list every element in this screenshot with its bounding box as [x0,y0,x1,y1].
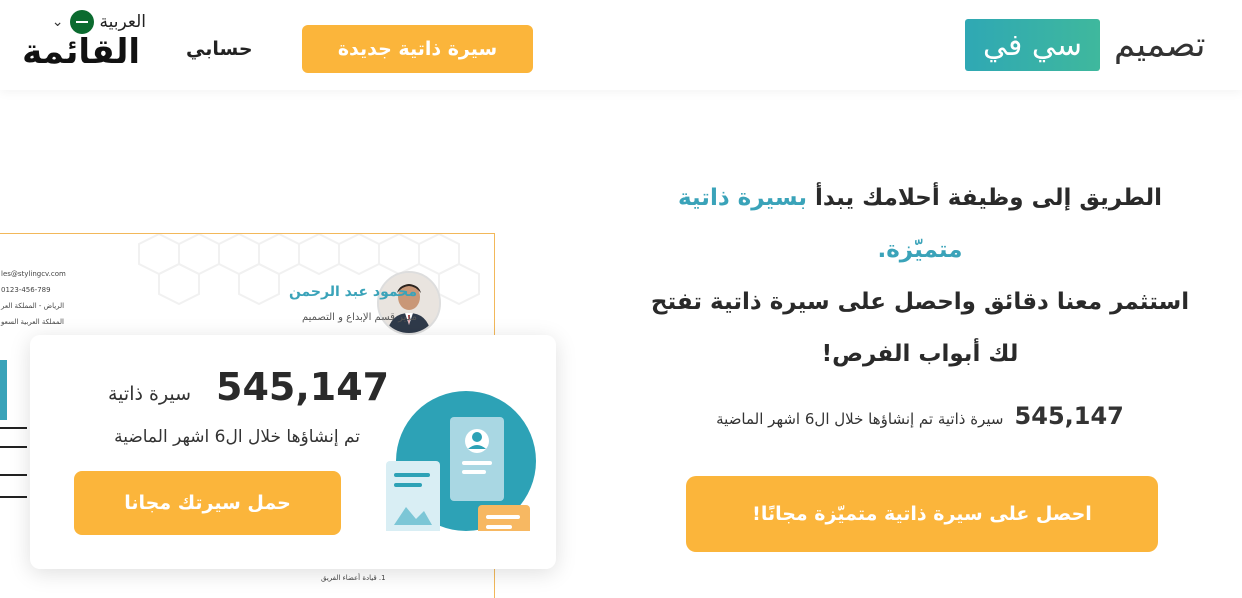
hero-title-part1: الطريق إلى وظيفة أحلامك يبدأ [806,185,1163,211]
account-link[interactable]: حسابي [186,38,253,60]
hero-count-text: سيرة ذاتية تم إنشاؤها خلال ال6 اشهر الما… [716,410,1004,428]
card-count: 545,147 [216,365,390,409]
language-selector[interactable]: ⌄ العربية [52,10,146,34]
menu-title: القائمة [22,32,140,72]
avatar [377,271,441,335]
resume-role: مدير قسم الإبداع و التصميم [301,312,417,323]
get-cv-free-button[interactable]: احصل على سيرة ذاتية متميّزة مجانًا! [686,476,1158,552]
card-subtitle: تم إنشاؤها خلال ال6 اشهر الماضية [114,427,360,447]
hero-title-part2: استثمر معنا دقائق واحصل على سيرة ذاتية ت… [650,289,1190,367]
language-label: العربية [99,12,146,32]
download-cv-free-button[interactable]: حمل سيرتك مجانا [74,471,341,535]
resume-contact: les@stylingcv.com 0123-456-789 الرياض - … [1,266,66,330]
hero-count: 545,147 [1014,402,1124,430]
new-cv-button[interactable]: سيرة ذاتية جديدة [302,25,533,73]
resume-bottom-item: 1. قيادة أعضاء الفريق [321,574,386,582]
site-logo[interactable]: تصميم سي في [965,19,1206,71]
cv-documents-illustration [386,391,536,531]
resume-address-line2: المملكة العربية السعو [1,318,65,326]
resume-email: les@stylingcv.com [1,270,66,278]
hero-stats: 545,147 سيرة ذاتية تم إنشاؤها خلال ال6 ا… [690,402,1150,430]
chevron-down-icon: ⌄ [51,14,64,30]
resume-address-line1: الرياض - المملكة العر [1,302,65,310]
logo-mark: سي في [965,19,1100,71]
logo-word: تصميم [1114,25,1206,65]
saudi-flag-icon [69,10,94,34]
card-count-label: سيرة ذاتية [108,383,192,405]
site-header: تصميم سي في سيرة ذاتية جديدة حسابي ⌄ الع… [0,0,1242,90]
stats-card: 545,147 سيرة ذاتية تم إنشاؤها خلال ال6 ا… [30,335,556,569]
hero-heading: الطريق إلى وظيفة أحلامك يبدأ بسيرة ذاتية… [640,172,1200,380]
resume-phone: 0123-456-789 [1,286,51,294]
menu-toggle[interactable]: ⌄ العربية القائمة [22,8,146,74]
resume-name: محمود عبد الرحمن [288,284,417,300]
